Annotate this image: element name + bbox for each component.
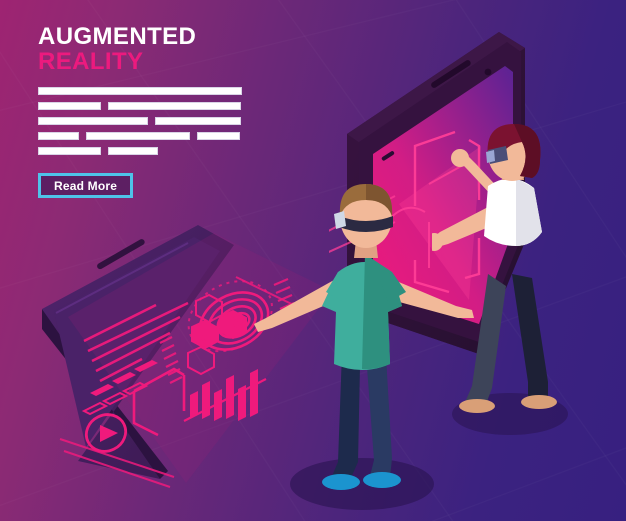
man-right-shoe xyxy=(363,472,401,488)
woman-top-shade xyxy=(516,178,542,246)
woman-vr-visor xyxy=(486,150,495,163)
phone-camera-dot xyxy=(484,68,492,76)
man-left-shoe xyxy=(322,474,360,490)
ar-illustration-canvas: AUGMENTED REALITY Read More xyxy=(0,0,626,521)
man-shirt-shade xyxy=(362,254,402,370)
woman-raised-hand xyxy=(451,149,469,167)
man-left-leg xyxy=(332,352,360,480)
woman-left-leg xyxy=(466,274,506,404)
woman-svg xyxy=(432,124,557,413)
man-right-leg xyxy=(366,354,392,478)
woman-with-vr-headset[interactable] xyxy=(432,124,592,436)
woman-left-shoe xyxy=(459,399,495,413)
woman-right-leg xyxy=(512,274,548,400)
man-vr-visor xyxy=(334,211,346,229)
woman-right-shoe xyxy=(521,395,557,409)
